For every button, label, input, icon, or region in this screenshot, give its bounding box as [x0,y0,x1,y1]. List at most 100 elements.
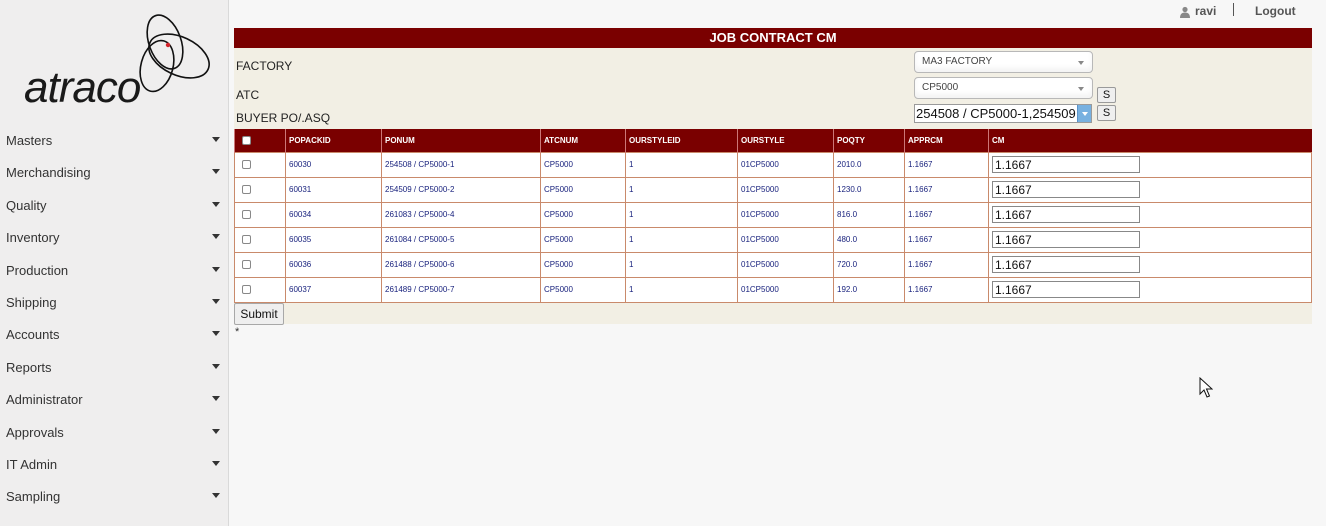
cell-ourstyle: 01CP5000 [737,251,834,278]
logo[interactable]: atraco [10,10,215,112]
row-select-cell [234,201,286,228]
caret-down-icon [212,331,220,337]
menu-item-label: Shipping [6,294,57,310]
table-row: 60034 261083 / CP5000-4 CP5000 1 01CP500… [234,201,1312,228]
cell-cm [988,201,1312,228]
cm-input[interactable] [992,281,1140,298]
cm-input[interactable] [992,206,1140,223]
cell-apprcm: 1.1667 [904,276,989,303]
mouse-pointer-icon [1199,377,1213,398]
cell-cm [988,176,1312,203]
cell-cm [988,276,1312,303]
caret-down-icon [212,234,220,240]
buyer-po-search-button[interactable]: S [1097,105,1116,121]
cell-ponum: 261489 / CP5000-7 [381,276,541,303]
factory-select[interactable]: MA3 FACTORY [914,51,1093,73]
cell-ourstyle: 01CP5000 [737,276,834,303]
menu-item-masters[interactable]: Masters [0,124,229,156]
chevron-down-icon [1077,105,1091,122]
page-title: JOB CONTRACT CM [234,28,1312,48]
cm-input[interactable] [992,156,1140,173]
caret-down-icon [212,266,220,272]
select-all-cell [234,129,286,152]
row-select-cell [234,176,286,203]
atc-search-button[interactable]: S [1097,87,1116,103]
cell-atcnum: CP5000 [540,176,626,203]
atc-select[interactable]: CP5000 [914,77,1093,99]
cell-ourstyleid: 1 [625,276,738,303]
cm-input[interactable] [992,181,1140,198]
menu-item-label: Masters [6,133,53,148]
buyer-po-select-value: 254508 / CP5000-1,254509 / CP5000-2 [916,106,1091,121]
caret-down-icon [212,460,220,466]
cell-ourstyleid: 1 [625,226,738,253]
cm-input[interactable] [992,231,1140,248]
cell-atcnum: CP5000 [540,201,626,228]
main-menu: Masters Merchandising Quality Inventory … [0,124,229,513]
caret-down-icon [212,493,220,499]
cell-poqty: 192.0 [833,276,905,303]
menu-item-it-admin[interactable]: IT Admin [0,448,229,480]
menu-item-label: Inventory [6,230,60,246]
caret-down-icon [212,201,220,207]
menu-item-sampling[interactable]: Sampling [0,480,229,512]
menu-item-approvals[interactable]: Approvals [0,416,229,448]
cell-ponum: 261083 / CP5000-4 [381,201,541,228]
cell-cm [988,226,1312,253]
menu-item-label: IT Admin [6,456,58,472]
cell-poqty: 720.0 [833,251,905,278]
username: ravi [1195,4,1217,18]
menu-item-label: Production [6,262,69,278]
select-all-checkbox[interactable] [242,135,251,145]
row-checkbox[interactable] [242,160,251,170]
cell-ponum: 254509 / CP5000-2 [381,176,541,203]
buyer-po-label: BUYER PO/.ASQ [236,111,331,125]
cell-apprcm: 1.1667 [904,151,989,178]
cell-poqty: 816.0 [833,201,905,228]
menu-item-quality[interactable]: Quality [0,189,229,221]
cell-popackid: 60036 [285,251,382,278]
cell-apprcm: 1.1667 [904,176,989,203]
cell-ponum: 261084 / CP5000-5 [381,226,541,253]
buyer-po-select[interactable]: 254508 / CP5000-1,254509 / CP5000-2 [914,104,1092,123]
divider [1233,3,1234,16]
menu-item-administrator[interactable]: Administrator [0,383,229,415]
row-select-cell [234,151,286,178]
row-checkbox[interactable] [242,260,251,270]
atc-label: ATC [236,88,260,102]
row-checkbox[interactable] [242,285,251,295]
col-header: PONUM [381,129,541,152]
menu-item-label: Reports [6,359,52,375]
cell-ponum: 261488 / CP5000-6 [381,251,541,278]
caret-down-icon [212,137,220,142]
table-row: 60031 254509 / CP5000-2 CP5000 1 01CP500… [234,176,1312,203]
menu-item-label: Merchandising [6,165,91,181]
menu-item-label: Approvals [6,424,64,440]
cell-popackid: 60037 [285,276,382,303]
cell-apprcm: 1.1667 [904,201,989,228]
cell-atcnum: CP5000 [540,251,626,278]
row-checkbox[interactable] [242,185,251,195]
cell-popackid: 60035 [285,226,382,253]
row-checkbox[interactable] [242,235,251,245]
submit-button[interactable]: Submit [234,303,284,325]
logo-rings-icon [139,14,210,93]
logout-link[interactable]: Logout [1255,4,1296,18]
factory-label: FACTORY [236,59,293,73]
menu-item-inventory[interactable]: Inventory [0,221,229,253]
col-header: APPRCM [904,129,989,152]
cell-ourstyle: 01CP5000 [737,176,834,203]
menu-item-shipping[interactable]: Shipping [0,286,229,318]
menu-item-merchandising[interactable]: Merchandising [0,156,229,188]
menu-item-reports[interactable]: Reports [0,351,229,383]
cm-input[interactable] [992,256,1140,273]
chevron-down-icon [1078,87,1084,91]
required-footnote: * [235,326,240,338]
menu-item-accounts[interactable]: Accounts [0,318,229,350]
cell-cm [988,151,1312,178]
logo-text: atraco [24,63,141,112]
menu-item-production[interactable]: Production [0,254,229,286]
table-header-row: POPACKID PONUM ATCNUM OURSTYLEID OURSTYL… [234,129,1312,152]
menu-item-label: Quality [6,197,47,213]
row-checkbox[interactable] [242,210,251,220]
